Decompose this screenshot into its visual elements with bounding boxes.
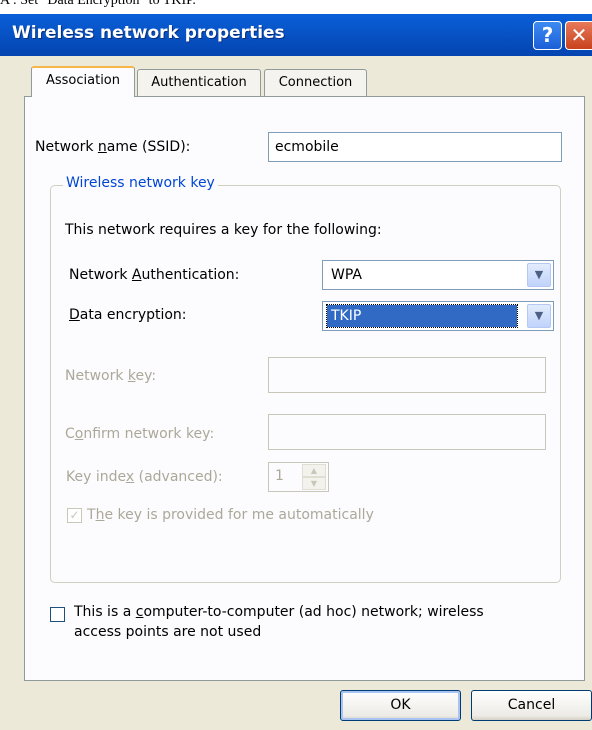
ssid-label: Network name (SSID): xyxy=(35,139,191,155)
ssid-input[interactable]: ecmobile xyxy=(268,132,562,162)
window-title: Wireless network properties xyxy=(12,23,285,43)
auto-key-label: The key is provided for me automatically xyxy=(87,507,374,523)
association-tab-panel: Network name (SSID): ecmobile Wireless n… xyxy=(24,96,585,681)
confirm-network-key-label: Confirm network key: xyxy=(65,426,215,442)
tab-authentication[interactable]: Authentication xyxy=(137,69,261,96)
network-authentication-label: Network Authentication: xyxy=(69,267,240,283)
wireless-network-key-group: Wireless network key This network requir… xyxy=(50,175,561,583)
spin-down-icon[interactable]: ▼ xyxy=(302,477,326,490)
confirm-network-key-input[interactable] xyxy=(268,414,546,450)
tab-association[interactable]: Association xyxy=(31,66,135,97)
key-index-spinner[interactable]: 1 ▲ ▼ xyxy=(268,462,329,492)
key-index-value: 1 xyxy=(275,468,284,484)
close-icon: ✕ xyxy=(570,23,588,47)
requires-key-text: This network requires a key for the foll… xyxy=(65,222,382,238)
data-encryption-select[interactable]: TKIP ▼ xyxy=(322,301,554,331)
cancel-button[interactable]: Cancel xyxy=(471,690,592,721)
adhoc-network-label-line2: access points are not used xyxy=(74,624,262,640)
group-title: Wireless network key xyxy=(63,175,218,191)
close-button[interactable]: ✕ xyxy=(565,21,592,50)
network-authentication-select[interactable]: WPA ▼ xyxy=(322,260,554,290)
spin-up-icon[interactable]: ▲ xyxy=(302,464,326,477)
data-encryption-value: TKIP xyxy=(326,304,518,328)
help-button[interactable]: ? xyxy=(533,21,562,50)
page-caption: A : Set "Data Encryption" to TKIP. xyxy=(0,0,196,8)
key-index-label: Key index (advanced): xyxy=(66,469,223,485)
wireless-properties-dialog: Wireless network properties ? ✕ Associat… xyxy=(0,14,592,730)
network-authentication-value: WPA xyxy=(331,267,362,283)
network-key-input[interactable] xyxy=(268,357,546,393)
adhoc-network-label-line1: This is a computer-to-computer (ad hoc) … xyxy=(74,604,484,620)
network-key-label: Network key: xyxy=(65,368,157,384)
check-icon: ✓ xyxy=(69,508,80,522)
title-bar[interactable]: Wireless network properties ? ✕ xyxy=(0,14,592,56)
screenshot-root: A : Set "Data Encryption" to TKIP. Wirel… xyxy=(0,0,592,730)
chevron-down-icon[interactable]: ▼ xyxy=(527,304,551,328)
data-encryption-label: Data encryption: xyxy=(69,307,187,323)
tab-connection[interactable]: Connection xyxy=(264,69,367,96)
chevron-down-icon[interactable]: ▼ xyxy=(527,263,551,287)
ok-button[interactable]: OK xyxy=(340,690,461,721)
auto-key-checkbox[interactable]: ✓ xyxy=(67,508,82,523)
adhoc-network-checkbox[interactable] xyxy=(50,607,65,622)
